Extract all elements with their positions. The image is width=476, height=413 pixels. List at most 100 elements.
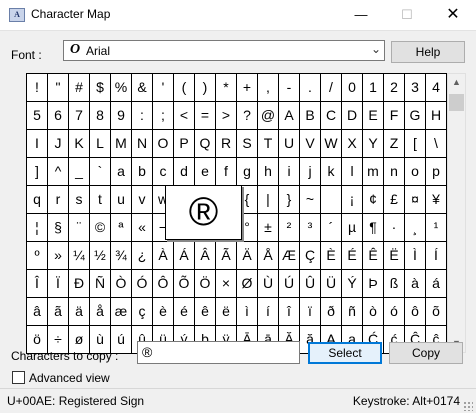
character-cell[interactable]: F <box>384 102 405 130</box>
character-cell[interactable]: $ <box>90 74 111 102</box>
character-cell[interactable]: G <box>405 102 426 130</box>
character-cell[interactable]: / <box>321 74 342 102</box>
character-cell[interactable]: ¥ <box>426 186 447 214</box>
character-cell[interactable]: : <box>132 102 153 130</box>
character-cell[interactable]: u <box>111 186 132 214</box>
character-cell[interactable]: B <box>300 102 321 130</box>
character-cell[interactable]: ó <box>384 298 405 326</box>
character-cell[interactable]: × <box>216 270 237 298</box>
character-cell[interactable]: X <box>342 130 363 158</box>
character-cell[interactable]: r <box>48 186 69 214</box>
character-cell[interactable]: Î <box>27 270 48 298</box>
character-cell[interactable]: î <box>279 298 300 326</box>
character-cell[interactable]: t <box>90 186 111 214</box>
character-cell[interactable]: A <box>279 102 300 130</box>
character-cell[interactable]: n <box>384 158 405 186</box>
character-cell[interactable]: 8 <box>90 102 111 130</box>
character-cell[interactable]: 4 <box>426 74 447 102</box>
character-cell[interactable]: É <box>342 242 363 270</box>
character-cell[interactable]: ñ <box>342 298 363 326</box>
character-cell[interactable]: m <box>363 158 384 186</box>
character-cell[interactable]: á <box>426 270 447 298</box>
character-cell[interactable]: È <box>321 242 342 270</box>
character-cell[interactable]: E <box>363 102 384 130</box>
characters-to-copy-input[interactable]: ® <box>137 341 300 364</box>
resize-grip-icon[interactable] <box>463 401 473 411</box>
character-cell[interactable]: 5 <box>27 102 48 130</box>
character-cell[interactable]: å <box>90 298 111 326</box>
character-cell[interactable]: ç <box>132 298 153 326</box>
character-cell[interactable]: J <box>48 130 69 158</box>
character-cell[interactable]: i <box>279 158 300 186</box>
character-cell[interactable]: ´ <box>321 214 342 242</box>
character-cell[interactable]: º <box>27 242 48 270</box>
character-cell[interactable]: ä <box>69 298 90 326</box>
character-cell[interactable]: Â <box>195 242 216 270</box>
character-cell[interactable]: f <box>216 158 237 186</box>
character-cell[interactable]: O <box>153 130 174 158</box>
character-cell[interactable]: 1 <box>363 74 384 102</box>
character-cell[interactable]: | <box>258 186 279 214</box>
character-cell[interactable]: } <box>279 186 300 214</box>
character-cell[interactable]: Z <box>384 130 405 158</box>
character-cell[interactable]: Õ <box>174 270 195 298</box>
character-map-app-icon[interactable]: A <box>9 8 25 22</box>
character-cell[interactable]: Ð <box>69 270 90 298</box>
character-cell[interactable]: ¤ <box>405 186 426 214</box>
character-cell[interactable]: e <box>195 158 216 186</box>
character-cell[interactable]: ò <box>363 298 384 326</box>
character-cell[interactable]: ³ <box>300 214 321 242</box>
character-cell[interactable]: W <box>321 130 342 158</box>
character-cell[interactable]: 2 <box>384 74 405 102</box>
character-cell[interactable]: â <box>27 298 48 326</box>
character-cell[interactable]: Ã <box>216 242 237 270</box>
character-cell[interactable]: £ <box>384 186 405 214</box>
character-cell[interactable]: s <box>69 186 90 214</box>
character-cell[interactable]: l <box>342 158 363 186</box>
font-dropdown[interactable]: O Arial ⌄ <box>63 40 385 61</box>
character-cell[interactable]: " <box>48 74 69 102</box>
character-cell[interactable]: Á <box>174 242 195 270</box>
character-cell[interactable]: D <box>342 102 363 130</box>
character-cell[interactable]: » <box>48 242 69 270</box>
character-cell[interactable]: ã <box>48 298 69 326</box>
character-cell[interactable]: ( <box>174 74 195 102</box>
character-cell[interactable]: © <box>90 214 111 242</box>
character-cell[interactable]: ± <box>258 214 279 242</box>
character-cell[interactable]: 3 <box>405 74 426 102</box>
character-cell[interactable]: Ì <box>405 242 426 270</box>
character-cell[interactable]: . <box>300 74 321 102</box>
character-cell[interactable]: \ <box>426 130 447 158</box>
character-cell[interactable]: æ <box>111 298 132 326</box>
character-cell[interactable]: a <box>111 158 132 186</box>
character-cell[interactable]: I <box>27 130 48 158</box>
character-cell[interactable]: ¡ <box>342 186 363 214</box>
character-cell[interactable]: è <box>153 298 174 326</box>
character-cell[interactable]: ~ <box>300 186 321 214</box>
character-cell[interactable]: - <box>279 74 300 102</box>
character-cell[interactable]: q <box>27 186 48 214</box>
character-cell[interactable]: ¶ <box>363 214 384 242</box>
character-cell[interactable]: ) <box>195 74 216 102</box>
character-cell[interactable]: ¸ <box>405 214 426 242</box>
character-cell[interactable]: Þ <box>363 270 384 298</box>
character-cell[interactable]: Ä <box>237 242 258 270</box>
character-cell[interactable]: õ <box>426 298 447 326</box>
character-cell[interactable]: ^ <box>48 158 69 186</box>
character-cell[interactable]: à <box>405 270 426 298</box>
character-cell[interactable]: ` <box>90 158 111 186</box>
character-cell[interactable]: ð <box>321 298 342 326</box>
character-cell[interactable]: é <box>174 298 195 326</box>
character-cell[interactable]: ô <box>405 298 426 326</box>
character-cell[interactable]: ¢ <box>363 186 384 214</box>
character-cell[interactable]: g <box>237 158 258 186</box>
character-cell[interactable]: ï <box>300 298 321 326</box>
character-cell[interactable]: ¼ <box>69 242 90 270</box>
character-cell[interactable]: S <box>237 130 258 158</box>
character-cell[interactable]: ! <box>27 74 48 102</box>
character-cell[interactable]: í <box>258 298 279 326</box>
character-cell[interactable]: N <box>132 130 153 158</box>
character-cell[interactable]: ] <box>27 158 48 186</box>
character-cell[interactable]: Ù <box>258 270 279 298</box>
character-cell[interactable]: Ç <box>300 242 321 270</box>
